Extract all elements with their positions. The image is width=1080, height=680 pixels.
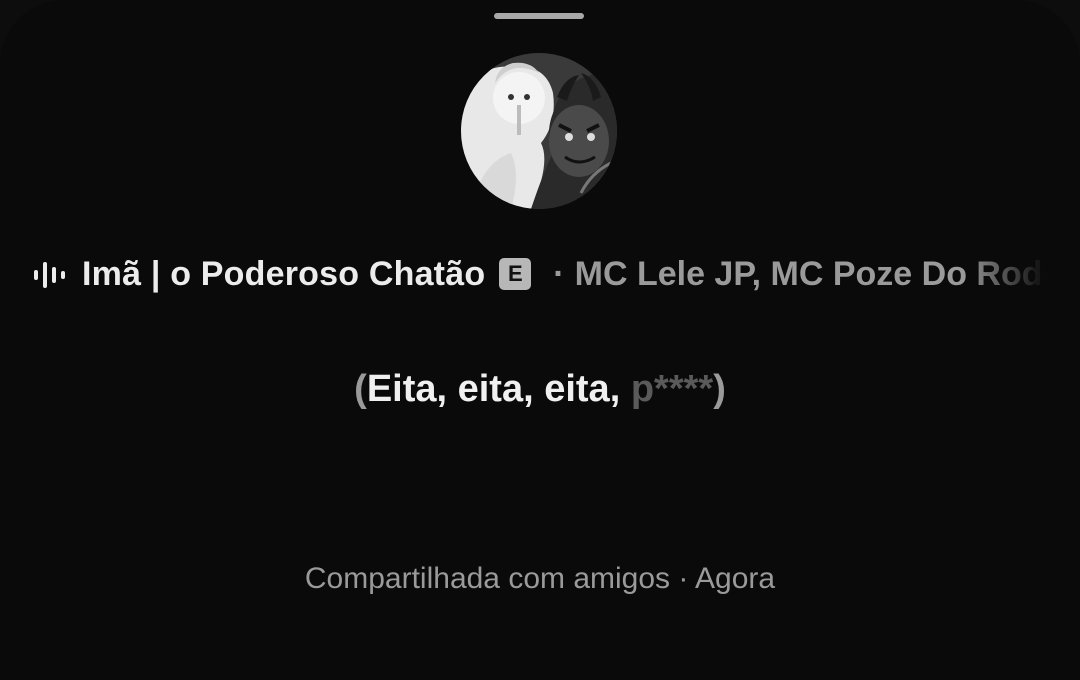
explicit-badge-icon: E [499,258,532,290]
separator-dot: · [553,254,565,293]
lyric-bright-text: Eita, eita, eita, [366,368,631,410]
lyric-open-paren: ( [354,368,367,410]
album-art-image [461,53,617,209]
album-art-avatar[interactable] [461,53,617,209]
track-info-row[interactable]: Imã | o Poderoso Chatão E · MC Lele JP, … [30,246,1046,302]
lyric-line: (Eita, eita, eita, p****) [0,368,1080,411]
audio-bars-icon [34,262,65,288]
track-artists: MC Lele JP, MC Poze Do Rodo [574,254,1046,293]
lyric-close-paren: ) [713,368,726,410]
track-title: Imã | o Poderoso Chatão [82,254,486,293]
lyric-dim-text: p**** [630,368,714,410]
lyrics-share-sheet: Imã | o Poderoso Chatão E · MC Lele JP, … [0,0,1080,680]
drag-handle[interactable] [494,13,584,19]
share-status-footer: Compartilhada com amigos · Agora [304,562,776,595]
